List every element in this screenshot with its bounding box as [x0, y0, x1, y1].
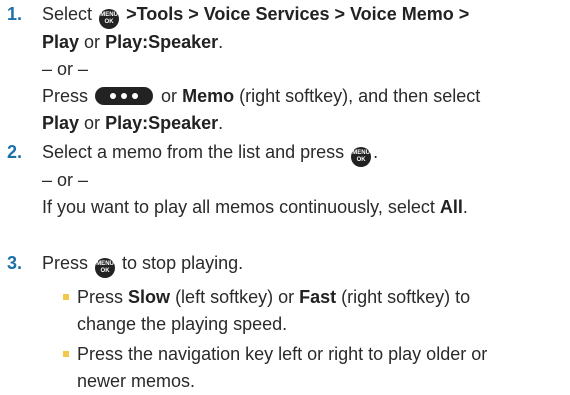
step-text: Select — [42, 4, 93, 24]
instructions: 1. Select MENU OK >Tools > Voice Services… — [0, 0, 570, 394]
menu-ok-key-icon: MENU OK — [351, 147, 372, 167]
bullet-square-icon — [63, 294, 69, 300]
step-number: 3. — [7, 253, 23, 273]
menu-ok-key-icon: MENU OK — [99, 9, 120, 29]
play-option: Play — [42, 32, 80, 52]
step-number: 1. — [7, 4, 23, 24]
menu-ok-key-icon: MENU OK — [95, 258, 116, 278]
step-number: 2. — [7, 142, 23, 162]
or-separator: – or – — [42, 170, 89, 190]
softkey-dots-icon — [95, 87, 154, 105]
slow-softkey: Slow — [128, 287, 171, 307]
play-speaker-option: Play:Speaker — [105, 32, 219, 52]
bullet-square-icon — [63, 351, 69, 357]
menu-path: >Tools > Voice Services > Voice Memo > — [126, 4, 470, 24]
fast-softkey: Fast — [299, 287, 337, 307]
memo-softkey: Memo — [182, 86, 235, 106]
or-separator: – or – — [42, 59, 89, 79]
all-option: All — [439, 197, 463, 217]
